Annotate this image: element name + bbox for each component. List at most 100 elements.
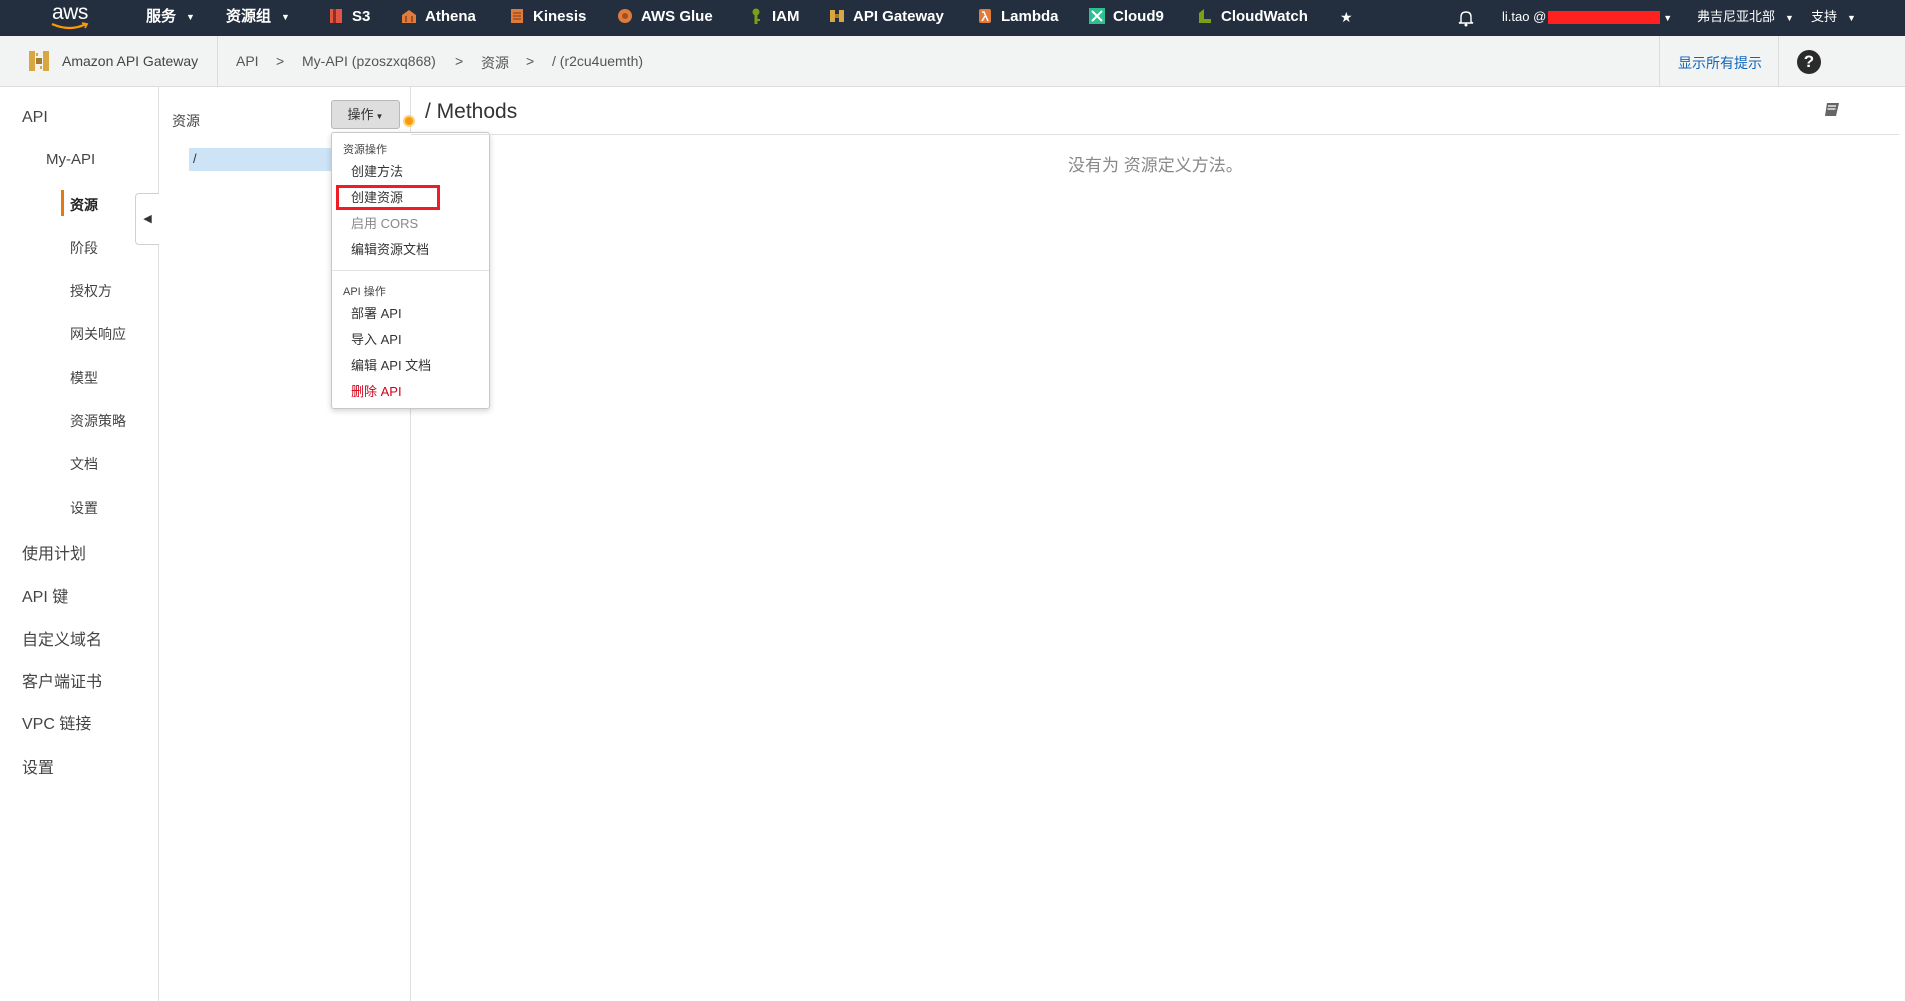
redacted-account-id <box>1548 11 1661 25</box>
main-content: / Methods 没有为 资源定义方法。 <box>411 87 1905 1001</box>
hints-container: 显示所有提示 <box>1659 36 1779 86</box>
resource-groups-menu[interactable]: 资源组 ▼ <box>226 0 290 36</box>
breadcrumb-bar: Amazon API Gateway API > My-API (pzoszxq… <box>0 36 1905 87</box>
nav-resource-policy[interactable]: 资源策略 <box>70 411 126 431</box>
resource-actions-header: 资源操作 <box>343 144 387 156</box>
nav-resources[interactable]: 资源 <box>70 195 98 215</box>
account-menu[interactable]: li.tao @ ▼ <box>1502 0 1672 36</box>
shortcut-label: Cloud9 <box>1113 8 1164 25</box>
glue-icon <box>618 8 632 23</box>
shortcut-label: Athena <box>425 8 476 25</box>
lambda-icon <box>979 8 991 23</box>
breadcrumb-api[interactable]: API <box>236 53 259 69</box>
shortcut-label: S3 <box>352 8 371 25</box>
chevron-down-icon: ▼ <box>1663 12 1673 23</box>
menu-deploy-api[interactable]: 部署 API <box>351 303 402 322</box>
nav-api[interactable]: API <box>22 109 48 127</box>
api-actions-header: API 操作 <box>343 286 386 298</box>
documentation-book-icon[interactable] <box>1822 100 1842 120</box>
nav-api-keys[interactable]: API 键 <box>22 583 68 607</box>
service-brand[interactable]: Amazon API Gateway <box>0 36 218 86</box>
active-indicator <box>61 190 64 216</box>
nav-client-certificates[interactable]: 客户端证书 <box>22 668 102 692</box>
resource-groups-label: 资源组 <box>226 8 272 25</box>
actions-dropdown-button[interactable]: 操作 ▼ <box>331 100 400 129</box>
top-navigation-bar: aws 服务 ▼ 资源组 ▼ S3 Athena Kinesis AWS Glue … <box>0 0 1905 36</box>
breadcrumb-separator: > <box>526 53 535 69</box>
shortcut-label: API Gateway <box>853 8 944 25</box>
cloud9-icon <box>1089 7 1105 24</box>
api-gateway-icon <box>29 51 49 71</box>
brand-name: Amazon API Gateway <box>62 53 199 69</box>
breadcrumb-separator: > <box>455 53 464 69</box>
shortcut-label: AWS Glue <box>641 8 713 25</box>
help-icon[interactable]: ? <box>1797 50 1821 74</box>
nav-api-settings[interactable]: 设置 <box>70 498 98 518</box>
nav-settings[interactable]: 设置 <box>22 754 54 778</box>
s3-icon <box>330 8 342 23</box>
left-navigation: API My-API 资源 阶段 授权方 网关响应 模型 资源策略 文档 设置 … <box>0 87 159 1001</box>
nav-authorizers[interactable]: 授权方 <box>70 281 112 301</box>
shortcut-kinesis[interactable]: Kinesis <box>508 0 586 36</box>
show-all-hints-link[interactable]: 显示所有提示 <box>1678 53 1762 73</box>
empty-methods-message: 没有为 资源定义方法。 <box>1068 156 1243 175</box>
shortcut-label: Kinesis <box>533 8 587 25</box>
nav-documentation[interactable]: 文档 <box>70 454 98 474</box>
shortcut-label: CloudWatch <box>1221 8 1308 25</box>
chevron-down-icon: ▼ <box>186 12 195 23</box>
breadcrumb-separator: > <box>276 53 285 69</box>
page-title: / Methods <box>425 100 518 123</box>
user-label: li.tao @ <box>1502 9 1547 24</box>
nav-gateway-responses[interactable]: 网关响应 <box>70 324 126 344</box>
notifications-bell[interactable] <box>1458 0 1474 36</box>
shortcut-lambda[interactable]: Lambda <box>976 0 1059 36</box>
api-gateway-icon <box>830 9 844 22</box>
region-menu[interactable]: 弗吉尼亚北部 ▼ <box>1697 0 1794 36</box>
chevron-down-icon: ▼ <box>375 112 384 121</box>
bell-icon <box>1458 10 1474 27</box>
nav-usage-plans[interactable]: 使用计划 <box>22 540 86 564</box>
collapse-nav-button[interactable]: ◀ <box>135 193 159 245</box>
support-label: 支持 <box>1811 9 1838 24</box>
nav-vpc-links[interactable]: VPC 链接 <box>22 710 91 734</box>
iam-icon <box>752 8 760 24</box>
support-menu[interactable]: 支持 ▼ <box>1811 0 1856 36</box>
shortcut-cloudwatch[interactable]: CloudWatch <box>1196 0 1308 36</box>
aws-smile-icon <box>51 22 89 30</box>
chevron-down-icon: ▼ <box>281 12 290 23</box>
menu-enable-cors[interactable]: 启用 CORS <box>351 213 418 232</box>
chevron-down-icon: ▼ <box>1785 12 1794 23</box>
menu-delete-api[interactable]: 删除 API <box>351 381 402 400</box>
caret-left-icon: ◀ <box>143 213 152 225</box>
services-label: 服务 <box>146 8 177 25</box>
breadcrumb-resources[interactable]: 资源 <box>481 53 509 73</box>
shortcut-cloud9[interactable]: Cloud9 <box>1088 0 1164 36</box>
nav-custom-domains[interactable]: 自定义域名 <box>22 626 102 650</box>
region-label: 弗吉尼亚北部 <box>1697 9 1776 24</box>
actions-label: 操作 <box>347 107 374 122</box>
nav-models[interactable]: 模型 <box>70 368 98 388</box>
resource-tree-root[interactable]: / <box>189 148 337 171</box>
shortcut-glue[interactable]: AWS Glue <box>616 0 713 36</box>
pin-icon[interactable]: ★ <box>1340 0 1353 36</box>
shortcut-api-gateway[interactable]: API Gateway <box>828 0 944 36</box>
athena-icon <box>402 9 416 23</box>
menu-import-api[interactable]: 导入 API <box>351 329 402 348</box>
services-menu[interactable]: 服务 ▼ <box>146 0 195 36</box>
menu-create-resource[interactable]: 创建资源 <box>351 187 403 206</box>
shortcut-athena[interactable]: Athena <box>400 0 476 36</box>
title-divider <box>411 134 1899 135</box>
shortcut-iam[interactable]: IAM <box>747 0 800 36</box>
shortcut-label: Lambda <box>1001 8 1059 25</box>
breadcrumb-my-api[interactable]: My-API (pzoszxq868) <box>302 53 436 69</box>
shortcut-label: IAM <box>772 8 800 25</box>
nav-my-api[interactable]: My-API <box>46 151 95 168</box>
menu-create-method[interactable]: 创建方法 <box>351 161 403 180</box>
aws-logo[interactable]: aws <box>50 0 92 34</box>
kinesis-icon <box>511 8 523 23</box>
resources-title: 资源 <box>172 113 200 129</box>
cloudwatch-icon <box>1199 8 1211 23</box>
nav-stages[interactable]: 阶段 <box>70 238 98 258</box>
chevron-down-icon: ▼ <box>1847 12 1856 23</box>
shortcut-s3[interactable]: S3 <box>327 0 370 36</box>
